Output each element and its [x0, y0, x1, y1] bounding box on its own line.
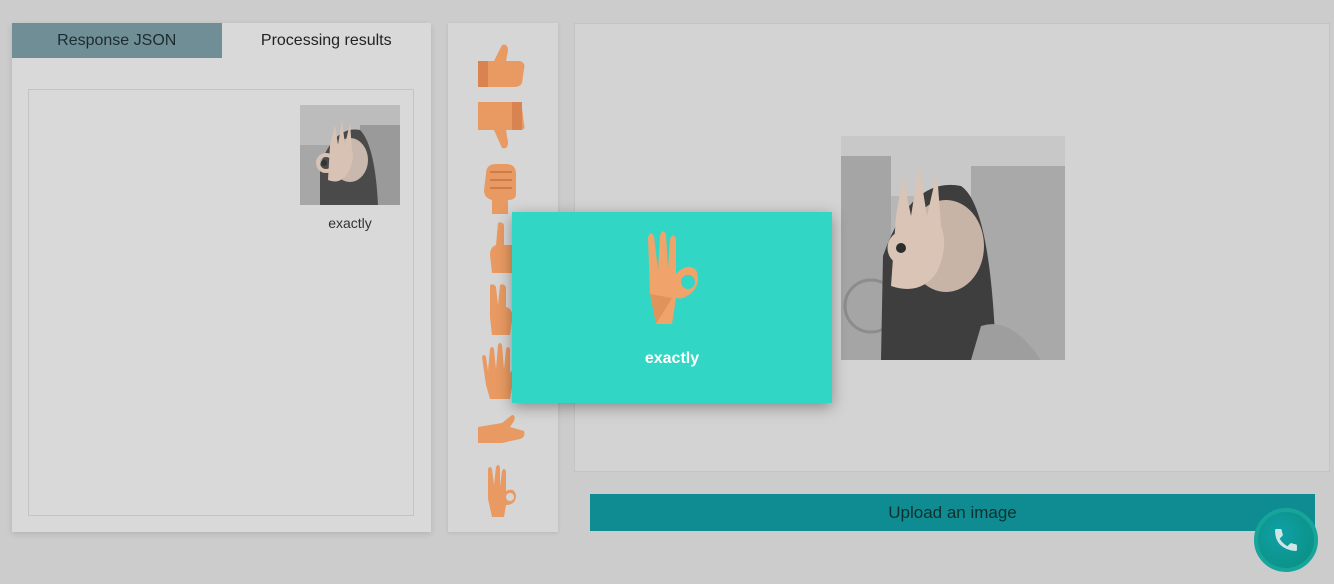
result-modal: exactly — [512, 212, 832, 403]
results-panel: Response JSON Processing results exactly — [12, 23, 431, 532]
tab-bar: Response JSON Processing results — [12, 23, 431, 58]
phone-icon — [1275, 529, 1297, 551]
fist-icon[interactable] — [472, 160, 528, 214]
results-list: exactly — [28, 89, 414, 516]
ok-sign-icon — [648, 231, 698, 324]
preview-image — [841, 136, 1065, 360]
tab-response-json[interactable]: Response JSON — [12, 23, 222, 58]
result-thumbnail — [300, 105, 400, 205]
thumbs-down-icon[interactable] — [472, 98, 528, 154]
result-label: exactly — [328, 215, 372, 231]
result-item[interactable]: exactly — [300, 105, 400, 231]
ok-sign-icon[interactable] — [472, 463, 528, 519]
tab-processing-results[interactable]: Processing results — [222, 23, 432, 58]
modal-label: exactly — [644, 350, 700, 367]
thumbs-up-icon[interactable] — [472, 41, 528, 89]
flat-hand-icon[interactable] — [472, 409, 528, 449]
call-button[interactable] — [1254, 508, 1318, 572]
upload-image-button[interactable]: Upload an image — [590, 494, 1315, 531]
